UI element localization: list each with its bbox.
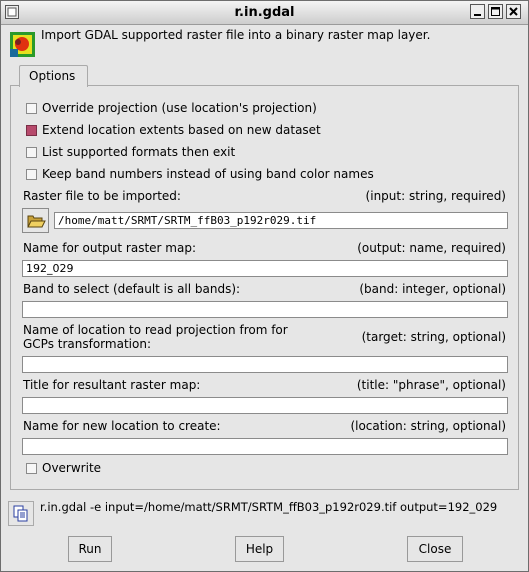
list-formats-label: List supported formats then exit [42,145,236,159]
grass-raster-icon [10,32,35,57]
target-type: (target: string, optional) [361,330,506,344]
output-type: (output: name, required) [357,241,506,255]
keep-band-numbers-checkbox[interactable] [26,169,37,180]
title-bar[interactable]: r.in.gdal [1,1,528,25]
dialog-window: r.in.gdal Import GDAL supported raster f… [0,0,529,572]
keep-band-numbers-label: Keep band numbers instead of using band … [42,167,374,181]
copy-command-button[interactable] [8,501,34,526]
location-label: Name for new location to create: [23,419,221,433]
override-projection-checkbox[interactable] [26,103,37,114]
location-type: (location: string, optional) [350,419,506,433]
input-label: Raster file to be imported: [23,189,181,203]
input-type: (input: string, required) [365,189,506,203]
extend-extents-checkbox[interactable] [26,125,37,136]
close-window-button[interactable] [506,4,521,19]
band-label: Band to select (default is all bands): [23,282,241,296]
overwrite-checkbox[interactable] [26,463,37,474]
title-field[interactable] [22,397,508,414]
output-label: Name for output raster map: [23,241,197,255]
extend-extents-label: Extend location extents based on new dat… [42,123,321,137]
input-file-field[interactable] [54,212,508,229]
title-label: Title for resultant raster map: [23,378,201,392]
target-label: Name of location to read projection from… [23,323,288,351]
minimize-button[interactable] [470,4,485,19]
browse-file-button[interactable] [22,208,49,233]
maximize-button[interactable] [488,4,503,19]
output-name-field[interactable] [22,260,508,277]
override-projection-label: Override projection (use location's proj… [42,101,317,115]
target-field[interactable] [22,356,508,373]
run-button[interactable]: Run [68,536,112,562]
location-field[interactable] [22,438,508,455]
band-field[interactable] [22,301,508,318]
command-preview: r.in.gdal -e input=/home/matt/SRMT/SRTM_… [40,500,498,514]
title-type: (title: "phrase", optional) [356,378,506,392]
close-button[interactable]: Close [407,536,463,562]
window-title: r.in.gdal [234,5,295,20]
overwrite-label: Overwrite [42,461,102,475]
tab-options[interactable]: Options [19,65,88,87]
list-formats-checkbox[interactable] [26,147,37,158]
tab-options-label: Options [29,69,76,83]
module-description: Import GDAL supported raster file into a… [41,28,431,42]
folder-open-icon [27,215,46,228]
help-button[interactable]: Help [235,536,284,562]
band-type: (band: integer, optional) [359,282,506,296]
copy-icon [13,505,28,522]
